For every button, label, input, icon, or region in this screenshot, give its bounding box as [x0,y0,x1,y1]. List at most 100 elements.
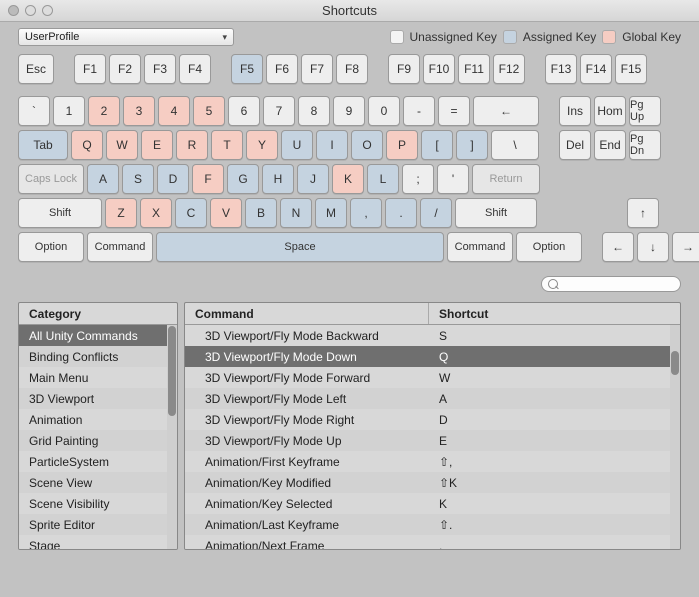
key-n[interactable]: N [280,198,312,228]
command-row[interactable]: 3D Viewport/Fly Mode BackwardS [185,325,670,346]
key-shift[interactable]: Shift [455,198,537,228]
category-row[interactable]: Grid Painting [19,430,167,451]
key-'[interactable]: ' [437,164,469,194]
key-u[interactable]: U [281,130,313,160]
key-m[interactable]: M [315,198,347,228]
command-row[interactable]: 3D Viewport/Fly Mode UpE [185,430,670,451]
category-row[interactable]: Scene Visibility [19,493,167,514]
key-2[interactable]: 2 [88,96,120,126]
key-ins[interactable]: Ins [559,96,591,126]
profile-dropdown[interactable]: UserProfile [18,28,234,46]
key-.[interactable]: . [385,198,417,228]
key-j[interactable]: J [297,164,329,194]
command-row[interactable]: 3D Viewport/Fly Mode ForwardW [185,367,670,388]
key-\[interactable]: \ [491,130,539,160]
category-scrollbar[interactable] [167,325,177,550]
key-shift[interactable]: Shift [18,198,102,228]
category-row[interactable]: Sprite Editor [19,514,167,535]
key-←[interactable]: ← [602,232,634,262]
key-k[interactable]: K [332,164,364,194]
key-l[interactable]: L [367,164,399,194]
key-caps-lock[interactable]: Caps Lock [18,164,84,194]
key-7[interactable]: 7 [263,96,295,126]
key-g[interactable]: G [227,164,259,194]
key-=[interactable]: = [438,96,470,126]
key-3[interactable]: 3 [123,96,155,126]
key-f3[interactable]: F3 [144,54,176,84]
key-6[interactable]: 6 [228,96,260,126]
command-row[interactable]: Animation/Key SelectedK [185,493,670,514]
key-↓[interactable]: ↓ [637,232,669,262]
category-row[interactable]: Main Menu [19,367,167,388]
key-f11[interactable]: F11 [458,54,490,84]
command-row[interactable]: Animation/Next Frame. [185,535,670,550]
key-f8[interactable]: F8 [336,54,368,84]
command-row[interactable]: 3D Viewport/Fly Mode LeftA [185,388,670,409]
command-row[interactable]: Animation/First Keyframe⇧, [185,451,670,472]
key-space[interactable]: Space [156,232,444,262]
key-`[interactable]: ` [18,96,50,126]
key-9[interactable]: 9 [333,96,365,126]
key-f7[interactable]: F7 [301,54,333,84]
key-q[interactable]: Q [71,130,103,160]
key-option[interactable]: Option [516,232,582,262]
key-][interactable]: ] [456,130,488,160]
key-f4[interactable]: F4 [179,54,211,84]
key-a[interactable]: A [87,164,119,194]
command-row[interactable]: Animation/Key Modified⇧K [185,472,670,493]
key-command[interactable]: Command [447,232,513,262]
key-f1[interactable]: F1 [74,54,106,84]
command-row[interactable]: 3D Viewport/Fly Mode RightD [185,409,670,430]
key-z[interactable]: Z [105,198,137,228]
key-5[interactable]: 5 [193,96,225,126]
key-p[interactable]: P [386,130,418,160]
key-command[interactable]: Command [87,232,153,262]
key-f6[interactable]: F6 [266,54,298,84]
key-←[interactable]: ← [473,96,539,126]
key-e[interactable]: E [141,130,173,160]
command-row[interactable]: 3D Viewport/Fly Mode DownQ [185,346,670,367]
category-row[interactable]: Scene View [19,472,167,493]
key-c[interactable]: C [175,198,207,228]
key-f10[interactable]: F10 [423,54,455,84]
key-w[interactable]: W [106,130,138,160]
key-x[interactable]: X [140,198,172,228]
key-v[interactable]: V [210,198,242,228]
key-1[interactable]: 1 [53,96,85,126]
key-tab[interactable]: Tab [18,130,68,160]
key-4[interactable]: 4 [158,96,190,126]
key-i[interactable]: I [316,130,348,160]
command-scrollbar[interactable] [670,325,680,550]
key-,[interactable]: , [350,198,382,228]
key-→[interactable]: → [672,232,699,262]
key-f[interactable]: F [192,164,224,194]
key-h[interactable]: H [262,164,294,194]
key-;[interactable]: ; [402,164,434,194]
command-row[interactable]: Animation/Last Keyframe⇧. [185,514,670,535]
key-y[interactable]: Y [246,130,278,160]
key-f15[interactable]: F15 [615,54,647,84]
key-8[interactable]: 8 [298,96,330,126]
key-esc[interactable]: Esc [18,54,54,84]
search-input[interactable] [541,276,681,292]
category-row[interactable]: All Unity Commands [19,325,167,346]
key-f14[interactable]: F14 [580,54,612,84]
key-del[interactable]: Del [559,130,591,160]
key-end[interactable]: End [594,130,626,160]
key-0[interactable]: 0 [368,96,400,126]
key-b[interactable]: B [245,198,277,228]
key-f2[interactable]: F2 [109,54,141,84]
category-row[interactable]: Stage [19,535,167,550]
category-row[interactable]: ParticleSystem [19,451,167,472]
key-hom[interactable]: Hom [594,96,626,126]
key-f13[interactable]: F13 [545,54,577,84]
key--[interactable]: - [403,96,435,126]
key-d[interactable]: D [157,164,189,194]
command-list[interactable]: 3D Viewport/Fly Mode BackwardS3D Viewpor… [185,325,670,550]
key-f5[interactable]: F5 [231,54,263,84]
category-row[interactable]: Binding Conflicts [19,346,167,367]
category-row[interactable]: 3D Viewport [19,388,167,409]
key-s[interactable]: S [122,164,154,194]
key-option[interactable]: Option [18,232,84,262]
key-[[interactable]: [ [421,130,453,160]
